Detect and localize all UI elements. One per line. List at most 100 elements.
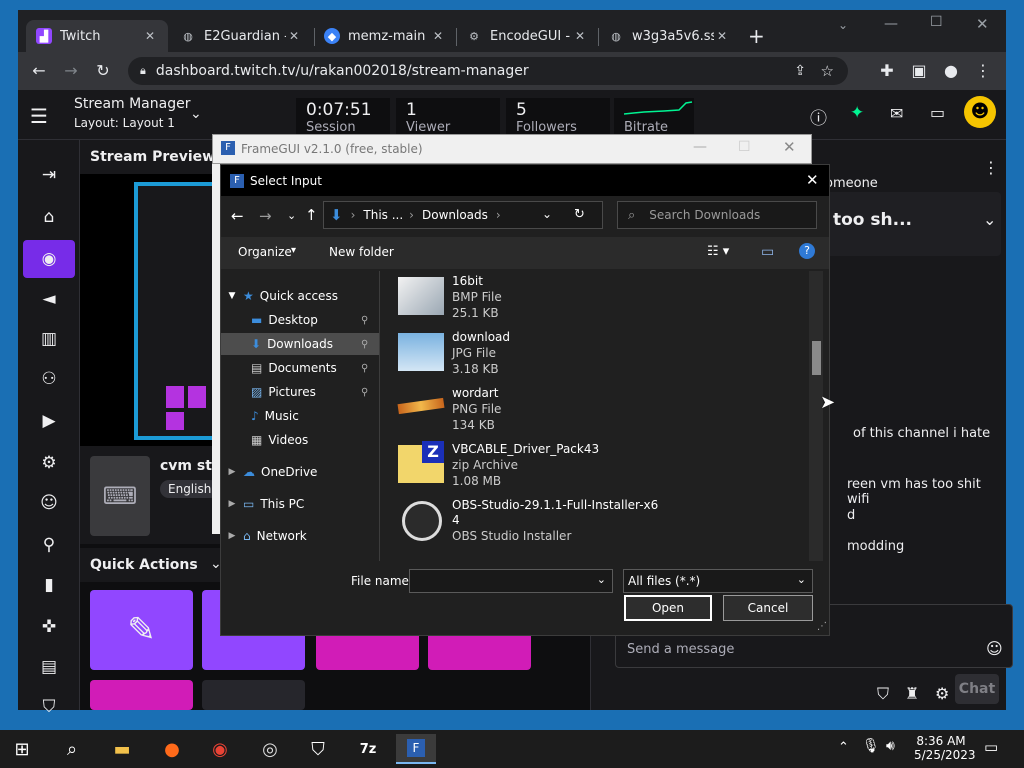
back-icon[interactable]: ← bbox=[231, 207, 244, 225]
gift-icon[interactable]: ♜ bbox=[905, 684, 919, 703]
edit-stream-info-button[interactable]: ✎ bbox=[90, 590, 193, 670]
help-icon[interactable]: ⓘ bbox=[810, 104, 827, 129]
close-icon[interactable]: ✕ bbox=[430, 29, 446, 43]
chevron-down-icon[interactable]: ⌄ bbox=[542, 207, 552, 221]
close-icon[interactable]: ✕ bbox=[714, 29, 730, 43]
file-item[interactable]: download JPG File 3.18 KB bbox=[398, 327, 818, 381]
minimize-icon[interactable]: — bbox=[884, 16, 898, 32]
nav-this-pc[interactable]: ▶ ▭ This PC bbox=[221, 493, 379, 515]
video-icon[interactable]: ▮ bbox=[23, 566, 75, 604]
tab-encodegui[interactable]: ⚙ EncodeGUI - D ✕ bbox=[456, 20, 598, 52]
obs-icon[interactable]: ◎ bbox=[250, 734, 290, 764]
content-icon[interactable]: ▶ bbox=[23, 402, 75, 440]
file-explorer-icon[interactable]: ▬ bbox=[102, 734, 142, 764]
file-type-select[interactable]: All files (*.*) ⌄ bbox=[623, 569, 813, 593]
tab-memz[interactable]: ◆ memz-main ✕ bbox=[314, 20, 456, 52]
pinned-message[interactable]: too sh... ⌄ bbox=[819, 192, 1001, 256]
scrollbar[interactable] bbox=[809, 271, 823, 561]
chevron-down-icon[interactable]: ⌄ bbox=[597, 573, 606, 586]
nav-desktop[interactable]: ▬ Desktop ⚲ bbox=[221, 309, 379, 331]
file-name-input[interactable]: ⌄ bbox=[409, 569, 613, 593]
back-icon[interactable]: ← bbox=[28, 60, 50, 82]
tab-twitch[interactable]: ▟ Twitch ✕ bbox=[26, 20, 168, 52]
seven-zip-icon[interactable]: 7z bbox=[348, 734, 388, 764]
home-icon[interactable]: ⌂ bbox=[23, 198, 75, 236]
forward-icon[interactable]: → bbox=[259, 207, 272, 225]
framegui-taskbar-button[interactable]: F bbox=[396, 734, 436, 764]
nav-music[interactable]: ♪ Music bbox=[221, 405, 379, 427]
clock[interactable]: 8:36 AM 5/25/2023 bbox=[914, 734, 976, 762]
breadcrumb-item[interactable]: This ... bbox=[363, 208, 403, 222]
search-input[interactable]: Search Downloads bbox=[649, 208, 760, 222]
more-icon[interactable]: ⋮ bbox=[983, 158, 999, 177]
nav-network[interactable]: ▶ ⌂ Network bbox=[221, 525, 379, 547]
close-icon[interactable]: ✕ bbox=[142, 29, 158, 43]
breadcrumb[interactable]: ⬇ › This ... › Downloads › ⌄ ↻ bbox=[323, 201, 603, 229]
nav-downloads[interactable]: ⬇ Downloads ⚲ bbox=[221, 333, 379, 355]
settings-icon[interactable]: ⚙ bbox=[935, 684, 949, 703]
file-item[interactable]: wordart PNG File 134 KB bbox=[397, 383, 818, 437]
chrome-icon[interactable]: ◉ bbox=[200, 734, 240, 764]
up-icon[interactable]: ↑ bbox=[305, 206, 318, 224]
close-icon[interactable]: ✕ bbox=[286, 29, 302, 43]
shield-icon[interactable]: ⛉ bbox=[877, 684, 889, 704]
chevron-up-icon[interactable]: ⌃ bbox=[838, 740, 849, 755]
close-icon[interactable]: ✕ bbox=[572, 29, 588, 43]
sidepanel-icon[interactable]: ▣ bbox=[908, 60, 930, 82]
file-item[interactable]: 16bit BMP File 25.1 KB bbox=[398, 271, 818, 325]
tab-search-icon[interactable]: ⌄ bbox=[838, 18, 848, 32]
file-item[interactable]: OBS-Studio-29.1.1-Full-Installer-x6 4 OB… bbox=[398, 495, 818, 549]
microphone-icon[interactable]: 🎙︎ bbox=[862, 738, 880, 754]
maximize-icon[interactable]: ☐ bbox=[738, 139, 751, 155]
maximize-icon[interactable]: ☐ bbox=[930, 14, 943, 30]
view-options-icon[interactable]: ☷ ▾ bbox=[707, 244, 729, 259]
promotions-icon[interactable]: ◄ bbox=[23, 280, 75, 318]
extensions-icon[interactable]: ✜ bbox=[23, 608, 75, 646]
notification-icon[interactable]: ▭ bbox=[984, 738, 998, 756]
creator-camp-icon[interactable]: ⚲ bbox=[23, 526, 75, 564]
learn-icon[interactable]: ▤ bbox=[23, 648, 75, 686]
nav-quick-access[interactable]: ▼ ★ Quick access bbox=[221, 285, 379, 307]
search-field[interactable]: ⌕ Search Downloads bbox=[617, 201, 817, 229]
whispers-icon[interactable]: ▭ bbox=[930, 103, 945, 122]
reload-icon[interactable]: ↻ bbox=[92, 60, 114, 82]
nav-onedrive[interactable]: ▶ ☁ OneDrive bbox=[221, 461, 379, 483]
organize-button[interactable]: Organize bbox=[238, 245, 292, 259]
community-icon[interactable]: ⚇ bbox=[23, 360, 75, 398]
close-icon[interactable]: ✕ bbox=[783, 138, 796, 156]
share-icon[interactable]: ⇪ bbox=[794, 63, 806, 79]
chevron-down-icon[interactable]: ⌄ bbox=[190, 106, 202, 122]
search-icon[interactable]: ⌕ bbox=[52, 734, 92, 764]
scrollbar-thumb[interactable] bbox=[812, 341, 821, 375]
send-message-input[interactable]: Send a message bbox=[627, 642, 734, 657]
start-icon[interactable]: ⊞ bbox=[2, 734, 42, 764]
nav-documents[interactable]: ▤ Documents ⚲ bbox=[221, 357, 379, 379]
stream-manager-icon[interactable]: ◉ bbox=[23, 240, 75, 278]
chevron-down-icon[interactable]: ⌄ bbox=[983, 210, 996, 229]
refresh-icon[interactable]: ↻ bbox=[574, 207, 585, 222]
close-window-icon[interactable]: ✕ bbox=[976, 15, 989, 33]
nav-pictures[interactable]: ▨ Pictures ⚲ bbox=[221, 381, 379, 403]
breadcrumb-item[interactable]: Downloads bbox=[422, 208, 488, 222]
quick-action-button[interactable] bbox=[90, 680, 193, 710]
recent-locations-icon[interactable]: ⌄ bbox=[287, 209, 296, 222]
sparkle-icon[interactable]: ✦ bbox=[850, 103, 864, 123]
resize-grip-icon[interactable]: ⋰ bbox=[817, 621, 827, 632]
chevron-down-icon[interactable]: ▼ bbox=[221, 291, 243, 301]
close-icon[interactable]: ✕ bbox=[806, 171, 819, 189]
profile-icon[interactable]: ● bbox=[940, 60, 962, 82]
inbox-icon[interactable]: ✉ bbox=[890, 104, 903, 123]
bookmark-star-icon[interactable]: ☆ bbox=[821, 62, 834, 80]
chevron-right-icon[interactable]: ▶ bbox=[221, 499, 243, 509]
file-item[interactable]: Z VBCABLE_Driver_Pack43 zip Archive 1.08… bbox=[398, 439, 818, 493]
firefox-icon[interactable]: ● bbox=[152, 734, 192, 764]
nav-videos[interactable]: ▦ Videos bbox=[221, 429, 379, 451]
emote-icon[interactable]: ☺ bbox=[986, 639, 1003, 658]
volume-icon[interactable]: 🔊︎ bbox=[886, 738, 895, 754]
forward-icon[interactable]: → bbox=[60, 60, 82, 82]
menu-icon[interactable]: ⋮ bbox=[972, 60, 994, 82]
shield-icon[interactable]: ⛉ bbox=[298, 734, 338, 764]
chevron-right-icon[interactable]: ▶ bbox=[221, 531, 243, 541]
tab-e2guardian[interactable]: ◍ E2Guardian - A ✕ bbox=[170, 20, 312, 52]
tab-w3g3a5v6[interactable]: ◍ w3g3a5v6.ssl ✕ bbox=[598, 20, 740, 52]
